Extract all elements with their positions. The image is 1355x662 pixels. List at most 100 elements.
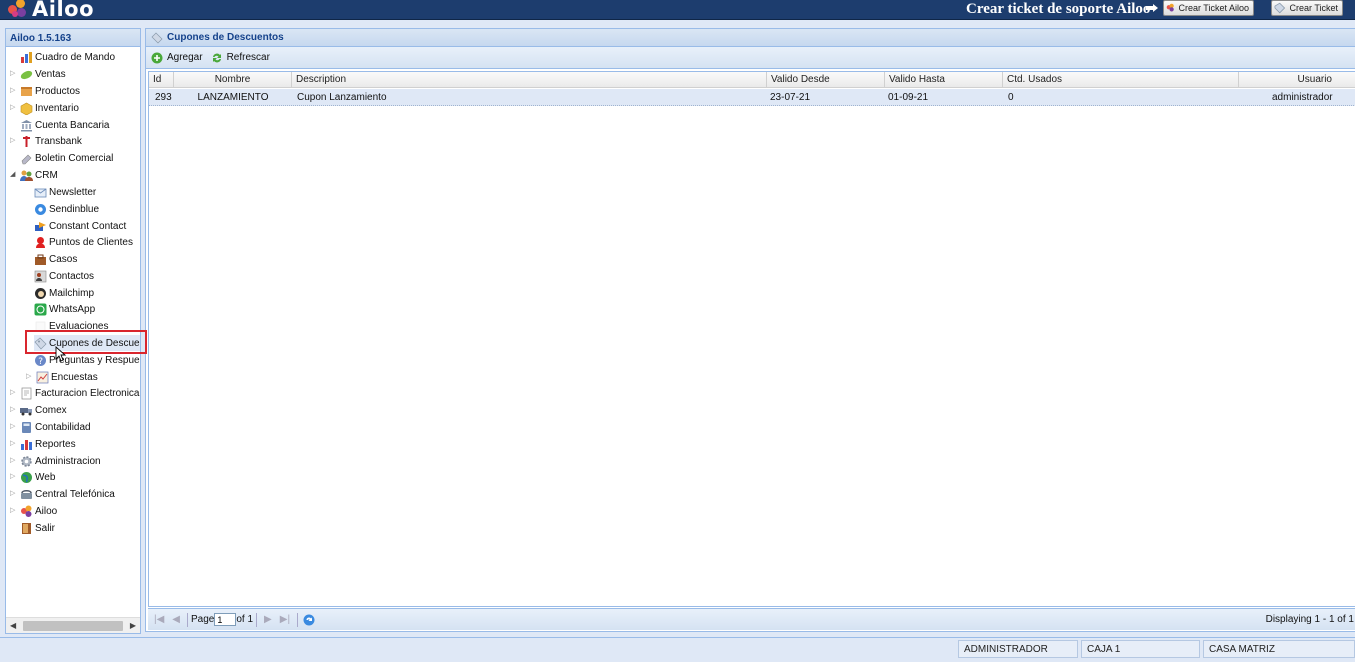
sidebar-item-transbank[interactable]: ▷ Transbank xyxy=(10,133,82,149)
sidebar-item-salir[interactable]: Salir xyxy=(10,520,55,536)
column-header-nombre[interactable]: Nombre xyxy=(174,72,292,88)
expand-arrow-icon[interactable]: ▷ xyxy=(10,507,18,515)
people-icon xyxy=(20,169,33,182)
column-header-usuario[interactable]: Usuario xyxy=(1239,72,1355,88)
sidebar-item-label: Boletin Comercial xyxy=(35,152,114,164)
refresh-icon[interactable] xyxy=(303,614,315,626)
scroll-right-icon[interactable]: ▶ xyxy=(130,621,136,630)
sidebar-item-comex[interactable]: ▷ Comex xyxy=(10,402,67,418)
expand-arrow-icon[interactable]: ▷ xyxy=(10,389,18,397)
truck-icon xyxy=(20,404,33,417)
column-header-valido-hasta[interactable]: Valido Hasta xyxy=(885,72,1003,88)
separator xyxy=(187,612,188,627)
sidebar-item-administracion[interactable]: ▷ Administracion xyxy=(10,453,101,469)
sidebar-item-encuestas[interactable]: ▷ Encuestas xyxy=(26,369,98,385)
sidebar-item-contactos[interactable]: Contactos xyxy=(34,268,94,284)
expand-arrow-icon[interactable]: ▷ xyxy=(26,373,34,381)
cell-id: 293 xyxy=(155,92,172,103)
add-icon xyxy=(151,52,163,63)
sidebar-item-inventario[interactable]: ▷ Inventario xyxy=(10,100,79,116)
separator xyxy=(256,612,258,627)
expand-arrow-icon[interactable]: ▷ xyxy=(10,137,18,145)
column-header-valido-desde[interactable]: Valido Desde xyxy=(767,72,885,88)
next-page-icon[interactable]: ▶ xyxy=(264,614,272,625)
add-button[interactable]: Agregar xyxy=(151,52,203,64)
cell-valido-hasta: 01-09-21 xyxy=(888,92,929,103)
sidebar-item-ventas[interactable]: ▷ Ventas xyxy=(10,66,66,82)
expand-arrow-icon[interactable]: ▷ xyxy=(10,104,18,112)
separator xyxy=(297,612,299,627)
last-page-icon[interactable]: ▶| xyxy=(280,614,290,625)
coupons-grid: Id Nombre Description Valido Desde Valid… xyxy=(148,71,1355,607)
column-header-id[interactable]: Id xyxy=(149,72,174,88)
highlight-annotation xyxy=(25,330,147,354)
sidebar-item-mailchimp[interactable]: Mailchimp xyxy=(34,285,94,301)
sidebar-item-cuenta-bancaria[interactable]: Cuenta Bancaria xyxy=(10,117,110,133)
expand-arrow-icon[interactable]: ▷ xyxy=(10,70,18,78)
expand-arrow-icon[interactable]: ▷ xyxy=(10,87,18,95)
arrow-right-icon xyxy=(1146,4,1158,12)
sidebar-item-facturacion-electronica[interactable]: ▷ Facturacion Electronica xyxy=(10,385,140,401)
sidebar-item-ailoo[interactable]: ▷ Ailoo xyxy=(10,503,57,519)
sidebar-item-web[interactable]: ▷ Web xyxy=(10,469,55,485)
mailchimp-icon xyxy=(34,287,47,300)
sidebar-item-label: Ventas xyxy=(35,68,66,80)
collapse-arrow-icon[interactable]: ◢ xyxy=(10,171,18,179)
expand-arrow-icon[interactable]: ▷ xyxy=(10,473,18,481)
sidebar-item-label: Casos xyxy=(49,253,78,265)
expand-arrow-icon[interactable]: ▷ xyxy=(10,406,18,414)
sidebar-item-preguntas-y-respuestas[interactable]: ? Preguntas y Respuestas xyxy=(34,352,140,368)
column-header-ctd-usados[interactable]: Ctd. Usados xyxy=(1003,72,1239,88)
add-label: Agregar xyxy=(167,52,203,63)
sidebar-item-contabilidad[interactable]: ▷ Contabilidad xyxy=(10,419,91,435)
status-user: ADMINISTRADOR xyxy=(958,640,1078,658)
sidebar-item-sendinblue[interactable]: Sendinblue xyxy=(34,201,99,217)
sidebar-item-newsletter[interactable]: Newsletter xyxy=(34,184,96,200)
sidebar-item-label: Central Telefónica xyxy=(35,488,115,500)
expand-arrow-icon[interactable]: ▷ xyxy=(10,423,18,431)
page-number-input[interactable] xyxy=(214,613,237,626)
sidebar-item-casos[interactable]: Casos xyxy=(34,251,77,267)
ailoo-icon xyxy=(1166,3,1174,12)
page-label: Page xyxy=(191,614,215,625)
sidebar-item-label: Encuestas xyxy=(51,371,98,383)
expand-arrow-icon[interactable]: ▷ xyxy=(10,457,18,465)
sidebar-item-crm[interactable]: ◢ CRM xyxy=(10,167,58,183)
sidebar-item-label: Sendinblue xyxy=(49,203,100,215)
points-icon xyxy=(34,236,47,249)
sidebar-item-puntos-de-clientes[interactable]: Puntos de Clientes xyxy=(34,234,133,250)
cell-nombre: LANZAMIENTO xyxy=(197,92,269,103)
sidebar-item-reportes[interactable]: ▷ Reportes xyxy=(10,436,76,452)
previous-page-icon[interactable]: ◀ xyxy=(172,614,180,625)
top-bar: Ailoo Crear ticket de soporte Ailoo Crea… xyxy=(0,0,1355,21)
chart-icon xyxy=(20,51,33,64)
expand-arrow-icon[interactable]: ▷ xyxy=(10,490,18,498)
sidebar-item-whatsapp[interactable]: WhatsApp xyxy=(34,301,95,317)
ailoo-logo[interactable]: Ailoo xyxy=(8,0,94,21)
create-ticket-button[interactable]: Crear Ticket xyxy=(1271,0,1343,16)
horizontal-scrollbar[interactable]: ◀ ▶ xyxy=(6,617,140,633)
version-header: Ailoo 1.5.163 xyxy=(6,29,140,47)
scroll-left-icon[interactable]: ◀ xyxy=(10,621,16,630)
grid-header: Id Nombre Description Valido Desde Valid… xyxy=(149,72,1355,88)
refresh-button[interactable]: Refrescar xyxy=(211,52,270,64)
status-bar: ADMINISTRADOR CAJA 1 CASA MATRIZ xyxy=(0,637,1355,662)
table-row[interactable]: 293 LANZAMIENTO Cupon Lanzamiento 23-07-… xyxy=(149,89,1355,106)
sidebar-item-central-telefonica[interactable]: ▷ Central Telefónica xyxy=(10,486,115,502)
refresh-label: Refrescar xyxy=(226,52,270,63)
create-ticket-ailoo-button[interactable]: Crear Ticket Ailoo xyxy=(1163,0,1254,16)
sidebar-item-label: Inventario xyxy=(35,102,79,114)
expand-arrow-icon[interactable]: ▷ xyxy=(10,440,18,448)
sidebar-item-productos[interactable]: ▷ Productos xyxy=(10,83,80,99)
sidebar-item-boletin-comercial[interactable]: Boletin Comercial xyxy=(10,150,113,166)
sidebar-item-cuadro-de-mando[interactable]: Cuadro de Mando xyxy=(10,49,115,65)
scroll-thumb[interactable] xyxy=(23,621,123,631)
column-header-description[interactable]: Description xyxy=(292,72,767,88)
panel-title: Cupones de Descuentos xyxy=(167,32,284,43)
sidebar-item-constant-contact[interactable]: Constant Contact xyxy=(34,218,126,234)
pagination-bar: |◀ ◀ Page of 1 ▶ ▶| Displaying 1 - 1 of … xyxy=(148,608,1355,630)
sidebar-item-label: Comex xyxy=(35,404,67,416)
sidebar-item-label: Contabilidad xyxy=(35,421,91,433)
support-title: Crear ticket de soporte Ailoo xyxy=(966,1,1151,17)
first-page-icon[interactable]: |◀ xyxy=(154,614,164,625)
